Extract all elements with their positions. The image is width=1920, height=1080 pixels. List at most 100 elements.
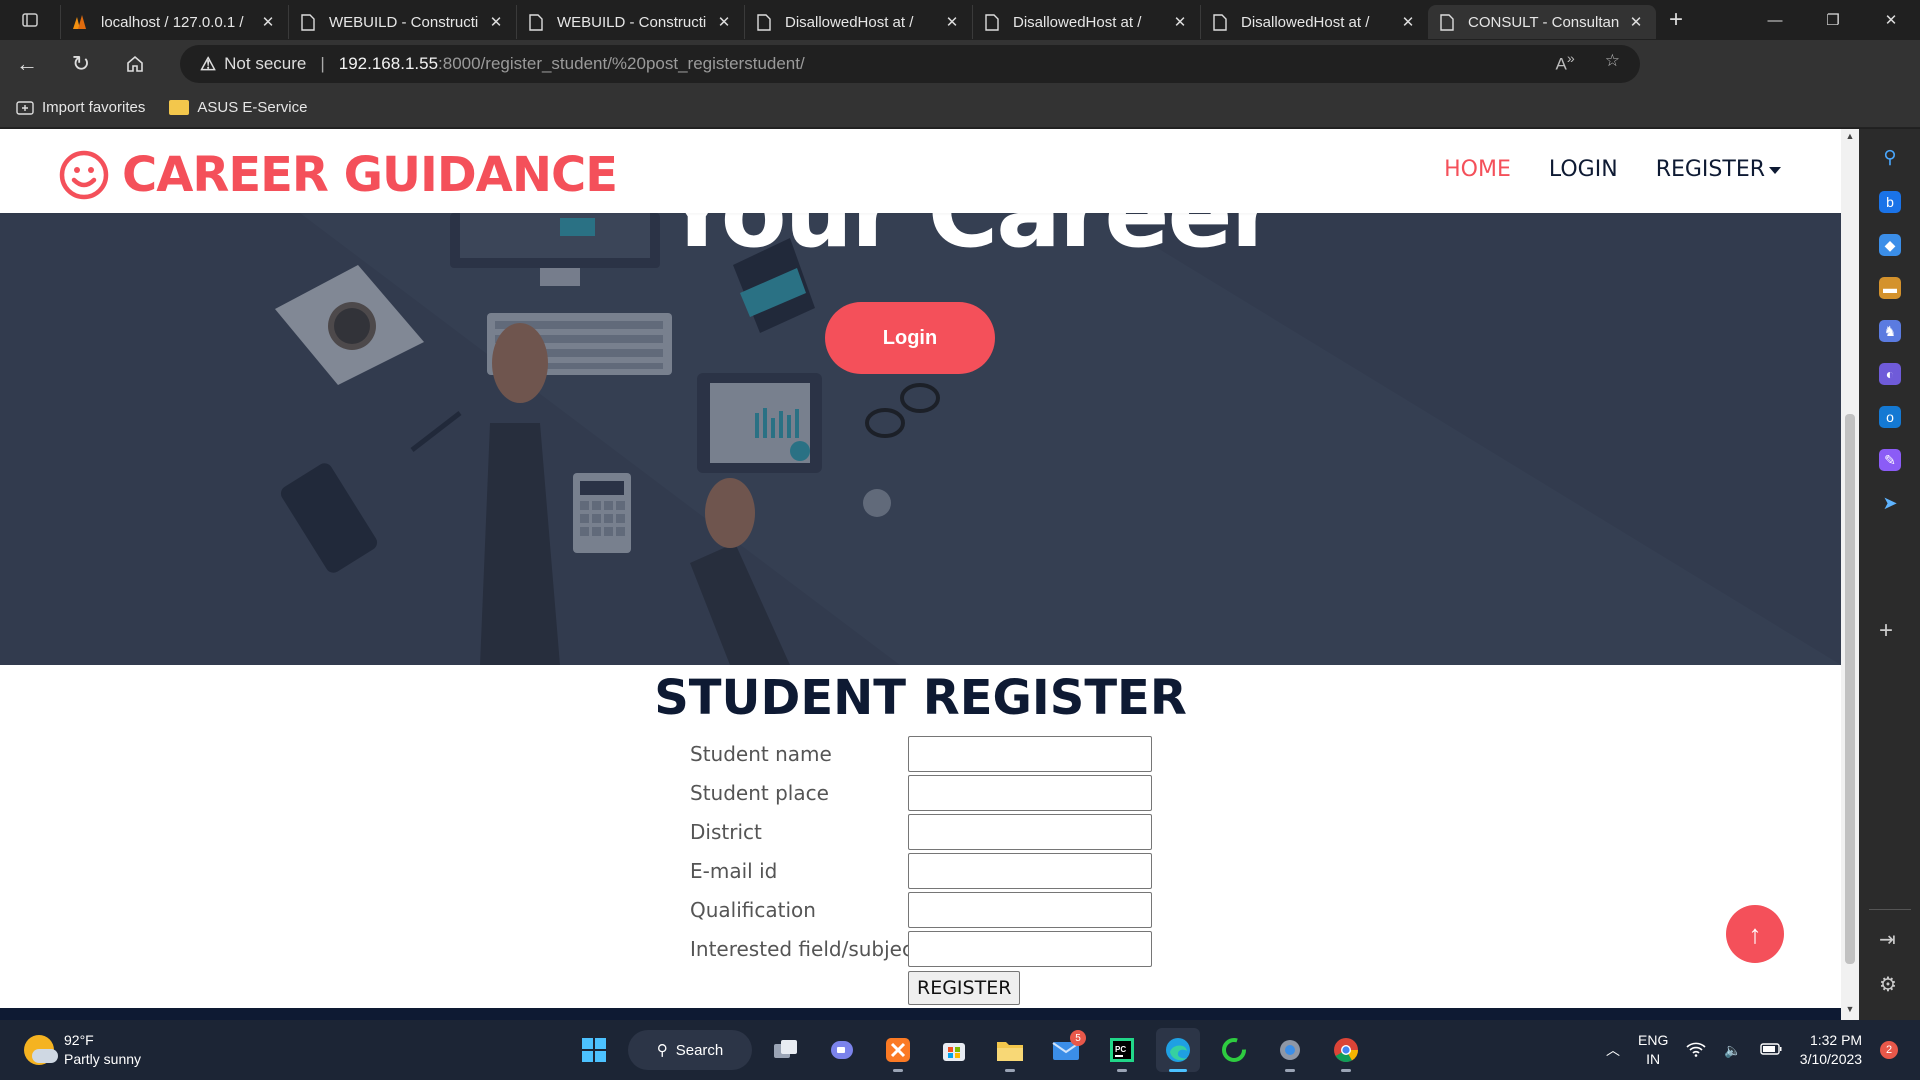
tab-close-icon[interactable]: ✕	[1398, 13, 1418, 31]
tab-title: DisallowedHost at /	[785, 13, 914, 31]
sidebar-settings-icon[interactable]: ⚙	[1879, 972, 1897, 997]
store-app[interactable]	[932, 1028, 976, 1072]
tab-close-icon[interactable]: ✕	[1170, 13, 1190, 31]
student-place-input[interactable]	[908, 775, 1152, 811]
battery-icon[interactable]	[1760, 1042, 1782, 1058]
pycharm-app[interactable]: PC	[1100, 1028, 1144, 1072]
tab-close-icon[interactable]: ✕	[486, 13, 506, 31]
volume-icon[interactable]: 🔈	[1724, 1042, 1741, 1059]
tab-title: WEBUILD - Constructi	[329, 13, 479, 31]
spinner-app[interactable]	[1212, 1028, 1256, 1072]
close-window-icon[interactable]: ✕	[1862, 0, 1920, 40]
favorite-label: ASUS E-Service	[197, 99, 308, 116]
hero-login-button[interactable]: Login	[825, 302, 995, 374]
security-label[interactable]: Not secure	[224, 54, 306, 74]
browser-tab-active[interactable]: CONSULT - Consultan ✕	[1428, 5, 1656, 39]
bing-icon[interactable]: b	[1879, 191, 1901, 213]
back-to-top-button[interactable]: ↑	[1726, 905, 1784, 963]
form-title: STUDENT REGISTER	[654, 670, 1187, 726]
notification-badge[interactable]: 2	[1880, 1041, 1899, 1059]
file-explorer-app[interactable]	[988, 1028, 1032, 1072]
tab-close-icon[interactable]: ✕	[258, 13, 278, 31]
field-label: Student place	[690, 781, 829, 805]
browser-tab[interactable]: DisallowedHost at / ✕	[744, 5, 972, 39]
form-row: Student place	[690, 775, 1152, 811]
browser-tab[interactable]: DisallowedHost at / ✕	[1200, 5, 1428, 39]
nav-login[interactable]: LOGIN	[1549, 157, 1618, 182]
xampp-icon	[886, 1038, 910, 1062]
scrollbar-thumb[interactable]	[1845, 414, 1855, 964]
email-input[interactable]	[908, 853, 1152, 889]
task-view-icon	[774, 1040, 797, 1058]
hero-section: Your Career Login	[0, 213, 1841, 665]
language-indicator[interactable]: ENG IN	[1638, 1031, 1668, 1069]
start-button[interactable]	[572, 1028, 616, 1072]
xampp-app[interactable]	[876, 1028, 920, 1072]
scroll-down-icon[interactable]: ▼	[1841, 1004, 1859, 1018]
task-view-button[interactable]	[764, 1028, 808, 1072]
taskbar-search[interactable]: ⚲ Search	[628, 1030, 752, 1070]
read-aloud-icon[interactable]: A»	[1556, 51, 1575, 75]
form-row: Qualification	[690, 892, 1152, 928]
tools-icon[interactable]: ▬	[1879, 277, 1901, 299]
search-icon[interactable]: ⚲	[1879, 146, 1901, 168]
phpmyadmin-icon	[71, 13, 89, 31]
register-submit-button[interactable]: REGISTER	[908, 971, 1021, 1005]
scroll-up-icon[interactable]: ▲	[1841, 131, 1859, 145]
arrow-up-icon: ↑	[1748, 918, 1762, 949]
student-name-input[interactable]	[908, 736, 1152, 772]
tray-overflow-icon[interactable]: ︿	[1606, 1040, 1620, 1060]
form-row: Student name	[690, 736, 1152, 772]
edge-app[interactable]	[1156, 1028, 1200, 1072]
sidebar-collapse-icon[interactable]: ⇥	[1879, 927, 1896, 952]
outlook-icon[interactable]: o	[1879, 406, 1901, 428]
divider	[1869, 909, 1911, 910]
taskbar-apps: ⚲ Search 5 PC	[572, 1028, 1368, 1072]
mail-app[interactable]: 5	[1044, 1028, 1088, 1072]
clock[interactable]: 1:32 PM 3/10/2023	[1800, 1031, 1862, 1069]
add-sidebar-app-icon[interactable]: +	[1879, 617, 1893, 645]
import-icon	[16, 100, 34, 115]
weather-widget[interactable]: 92°F Partly sunny	[24, 1031, 141, 1069]
browser-tab[interactable]: WEBUILD - Constructi ✕	[516, 5, 744, 39]
address-bar[interactable]: ⚠ Not secure | 192.168.1.55 :8000/regist…	[180, 45, 1640, 83]
tab-strip: localhost / 127.0.0.1 / ✕ WEBUILD - Cons…	[0, 0, 1920, 40]
search-label: Search	[675, 1041, 724, 1059]
games-icon[interactable]: ♞	[1879, 320, 1901, 342]
window-controls: — ❐ ✕	[1746, 0, 1920, 40]
office-icon[interactable]: ◐	[1879, 363, 1901, 385]
refresh-button[interactable]: ↻	[54, 40, 108, 88]
favorite-asus[interactable]: ASUS E-Service	[169, 99, 307, 116]
page-icon	[1211, 13, 1229, 31]
home-button[interactable]	[108, 40, 162, 88]
tab-close-icon[interactable]: ✕	[1626, 13, 1646, 31]
designer-icon[interactable]: ✎	[1879, 449, 1901, 471]
browser-tab[interactable]: WEBUILD - Constructi ✕	[288, 5, 516, 39]
nav-home[interactable]: HOME	[1444, 157, 1511, 182]
favorite-import[interactable]: Import favorites	[16, 99, 145, 116]
qualification-input[interactable]	[908, 892, 1152, 928]
restore-icon[interactable]: ❐	[1804, 0, 1862, 40]
add-favorite-icon[interactable]: ☆	[1605, 51, 1620, 75]
settings-app[interactable]	[1268, 1028, 1312, 1072]
district-input[interactable]	[908, 814, 1152, 850]
tab-close-icon[interactable]: ✕	[714, 13, 734, 31]
browser-tab[interactable]: DisallowedHost at / ✕	[972, 5, 1200, 39]
tab-actions-button[interactable]	[0, 0, 60, 40]
page-scrollbar[interactable]: ▲ ▼	[1841, 129, 1859, 1020]
new-tab-button[interactable]: +	[1656, 6, 1696, 34]
minimize-icon[interactable]: —	[1746, 0, 1804, 40]
browser-tab[interactable]: localhost / 127.0.0.1 / ✕	[60, 5, 288, 39]
wifi-icon[interactable]	[1686, 1041, 1706, 1060]
nav-register-dropdown[interactable]: REGISTER	[1656, 157, 1781, 182]
send-icon[interactable]: ➤	[1879, 492, 1901, 514]
site-brand[interactable]: CAREER GUIDANCE	[58, 147, 618, 203]
warning-icon: ⚠	[200, 53, 217, 74]
chat-app[interactable]	[820, 1028, 864, 1072]
shopping-tag-icon[interactable]: ◆	[1879, 234, 1901, 256]
site-menu: HOME LOGIN REGISTER	[1444, 157, 1781, 182]
tab-close-icon[interactable]: ✕	[942, 13, 962, 31]
chrome-app[interactable]	[1324, 1028, 1368, 1072]
interested-field-input[interactable]	[908, 931, 1152, 967]
back-button[interactable]: ←	[0, 40, 54, 88]
